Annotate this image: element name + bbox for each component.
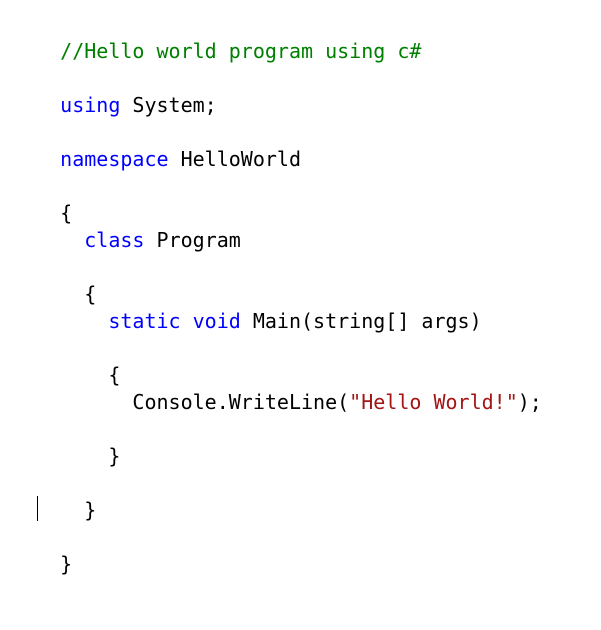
keyword-token: class (84, 228, 145, 252)
code-editor[interactable]: //Hello world program using c# using Sys… (0, 0, 601, 630)
code-text: Console.WriteLine( (132, 390, 350, 414)
code-line-method-open-brace: { (12, 333, 120, 387)
code-line-writeline: Console.WriteLine("Hello World!"); (12, 360, 541, 414)
keyword-token: void (192, 309, 241, 333)
code-line-comment: //Hello world program using c# (12, 9, 421, 63)
code-text: } (60, 552, 73, 576)
keyword-token: namespace (60, 147, 169, 171)
code-text: } (60, 444, 121, 468)
code-text: System; (120, 93, 217, 117)
code-line-class-open-brace: { (12, 252, 96, 306)
code-line-method-close-brace: } (12, 414, 120, 468)
code-text: } (60, 498, 97, 522)
string-literal: "Hello World!" (349, 390, 518, 414)
code-line-open-brace: { (12, 171, 72, 225)
keyword-token: static (108, 309, 181, 333)
code-text: Program (144, 228, 241, 252)
code-line-namespace-close-brace: } (12, 522, 72, 576)
code-line-namespace: namespace HelloWorld (12, 117, 301, 171)
code-text: HelloWorld (168, 147, 301, 171)
code-line-class: class Program (12, 198, 241, 252)
code-text: Main(string[] args) (240, 309, 482, 333)
text-caret (37, 496, 38, 521)
code-line-main: static void Main(string[] args) (12, 279, 481, 333)
code-text: ); (517, 390, 542, 414)
code-line-using: using System; (12, 63, 217, 117)
keyword-token: using (60, 93, 121, 117)
code-line-class-close-brace: } (12, 468, 96, 522)
comment-token: //Hello world program using c# (60, 39, 422, 63)
